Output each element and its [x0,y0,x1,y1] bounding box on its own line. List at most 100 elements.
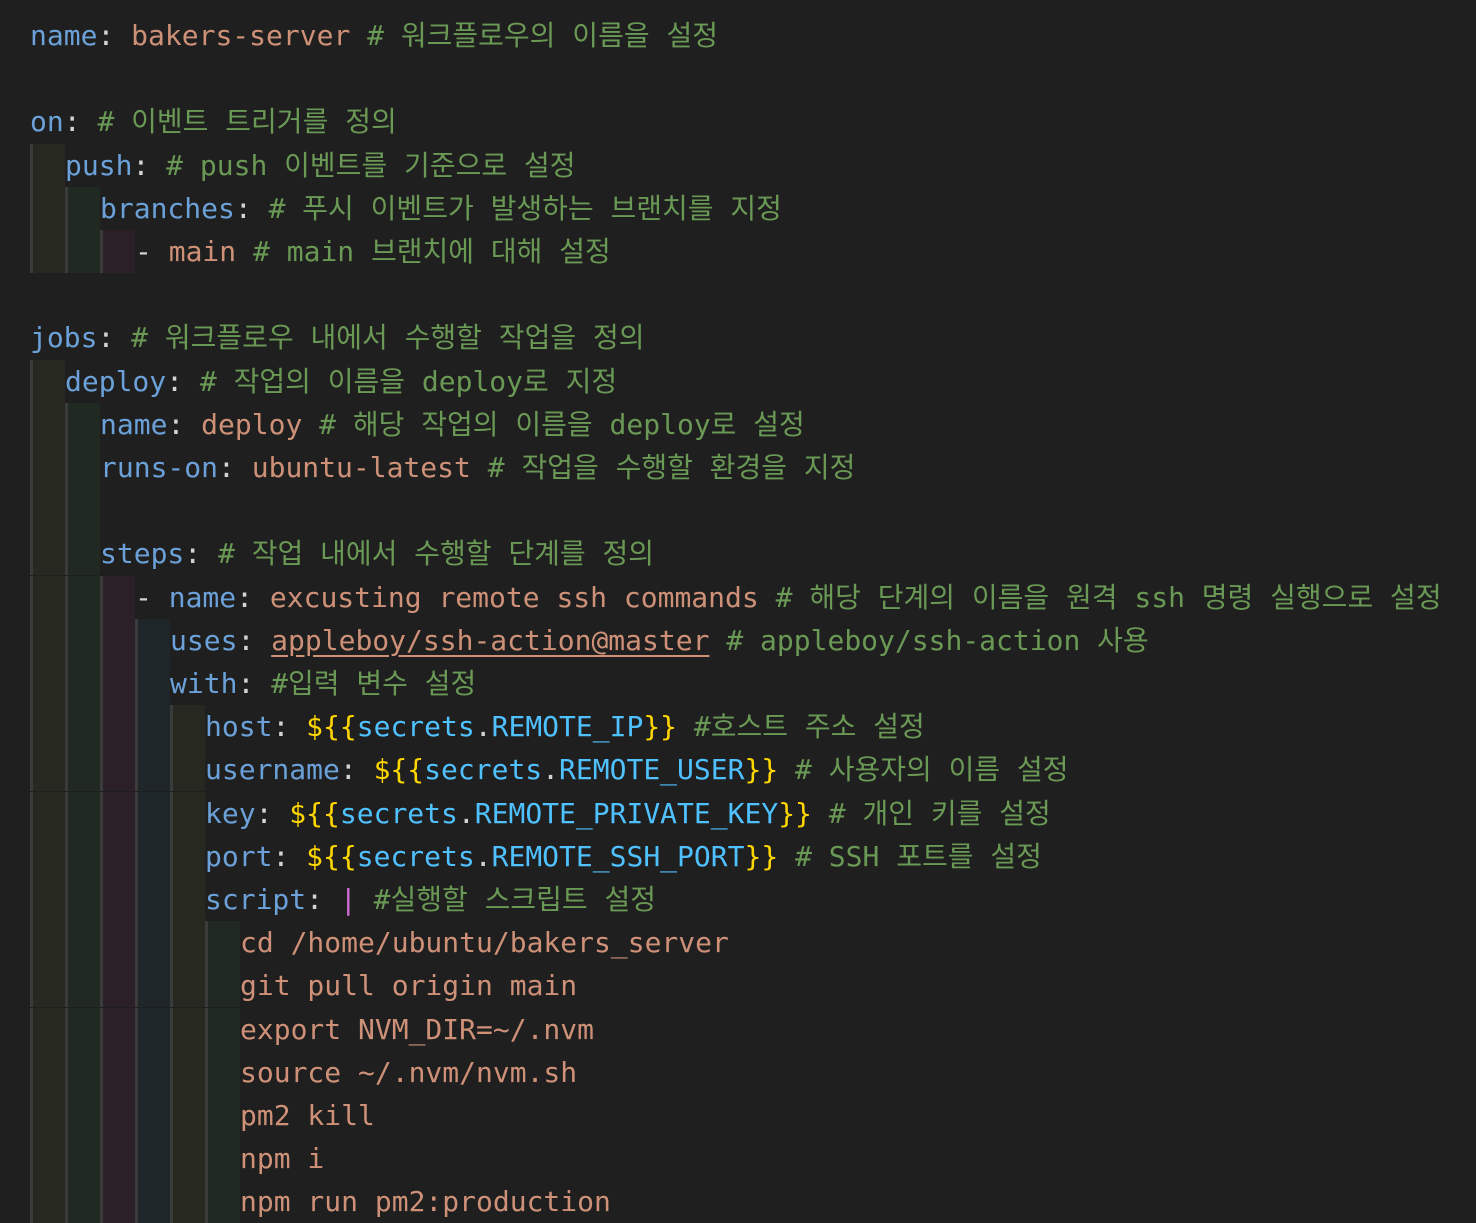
code-text: jobs: # 워크플로우 내에서 수행할 작업을 정의 [30,316,644,359]
indent-guide [65,186,100,230]
indent-guide [30,791,65,835]
indent-guide [30,402,65,446]
code-line[interactable]: export NVM_DIR=~/.nvm [0,1007,1476,1051]
code-token: : [63,105,98,139]
code-line[interactable] [0,489,1476,533]
code-line[interactable]: key: ${{secrets.REMOTE_PRIVATE_KEY}} # 개… [0,791,1476,835]
code-text: on: # 이벤트 트리거를 정의 [30,100,397,143]
indent-guide [170,1094,205,1137]
code-token: REMOTE_PRIVATE_KEY [474,796,779,830]
code-token: npm i [240,1142,325,1176]
indent-guide [135,921,170,965]
indent-guide [100,1180,135,1223]
indent-guide [65,834,100,878]
code-token: ${{ [373,753,425,787]
code-line[interactable] [0,57,1476,100]
indent-guide [65,489,100,533]
indent-guide [65,1137,100,1181]
code-token: script [205,883,307,916]
code-token: # 개인 키를 설정 [828,796,1051,830]
code-line[interactable]: host: ${{secrets.REMOTE_IP}} #호스트 주소 설정 [0,705,1476,749]
code-text: name: deploy # 해당 작업의 이름을 deploy로 설정 [100,403,805,446]
code-line[interactable]: steps: # 작업 내에서 수행할 단계를 정의 [0,532,1476,576]
indent-guide [100,878,135,921]
code-token: name [168,580,237,614]
indent-guide [170,1137,205,1181]
indent-guide [65,1007,100,1051]
code-line[interactable]: branches: # 푸시 이벤트가 발생하는 브랜치를 지정 [0,186,1476,230]
indent-guide [135,1050,170,1094]
indent-guide [170,705,205,749]
code-line[interactable]: uses: appleboy/ssh-action@master # apple… [0,618,1476,662]
code-line[interactable]: port: ${{secrets.REMOTE_SSH_PORT}} # SSH… [0,834,1476,878]
indent-guide [135,748,170,792]
code-token: ${{ [289,796,340,830]
indent-guide [170,878,205,921]
indent-guide [30,964,65,1008]
code-token: with [170,667,238,700]
code-token: steps [100,537,185,571]
indent-guide [65,402,100,446]
code-token: push [65,148,133,182]
code-token: : [339,753,374,787]
code-token: name [100,407,168,441]
code-line[interactable]: npm run pm2:production [0,1180,1476,1223]
code-text: - name: excusting remote ssh commands # … [135,576,1442,619]
code-line[interactable]: on: # 이벤트 트리거를 정의 [0,100,1476,143]
indent-guide [65,748,100,792]
code-token: }} [744,839,779,873]
code-token: deploy [201,407,320,441]
code-line[interactable]: name: bakers-server # 워크플로우의 이름을 설정 [0,14,1476,57]
indent-guide [135,1094,170,1137]
code-line[interactable]: username: ${{secrets.REMOTE_USER}} # 사용자… [0,748,1476,792]
code-token: # 작업을 수행할 환경을 지정 [487,451,856,484]
code-token: username [205,753,340,787]
code-token: cd /home/ubuntu/bakers_server [240,926,729,960]
code-token: | [339,883,357,916]
indent-guide [30,575,65,619]
indent-guide [205,1180,240,1223]
code-line[interactable]: - name: excusting remote ssh commands # … [0,575,1476,619]
code-line[interactable]: cd /home/ubuntu/bakers_server [0,921,1476,965]
code-text: export NVM_DIR=~/.nvm [240,1008,594,1051]
code-token: : [272,839,307,873]
indent-guide [65,1094,100,1137]
code-line[interactable]: pm2 kill [0,1094,1476,1137]
code-line[interactable]: jobs: # 워크플로우 내에서 수행할 작업을 정의 [0,316,1476,359]
code-line[interactable]: deploy: # 작업의 이름을 deploy로 지정 [0,359,1476,403]
code-line[interactable]: with: #입력 변수 설정 [0,662,1476,705]
code-token: : [255,796,290,830]
code-token: #실행할 스크립트 설정 [373,883,657,916]
code-line[interactable]: npm i [0,1137,1476,1181]
code-token: #입력 변수 설정 [271,667,477,700]
indent-guide [30,1007,65,1051]
indent-guide [135,964,170,1008]
indent-guide [65,575,100,619]
indent-guide [30,748,65,792]
code-line[interactable]: git pull origin main [0,964,1476,1008]
code-text: script: | #실행할 스크립트 설정 [205,878,656,921]
code-token: # 작업의 이름을 deploy로 지정 [199,364,618,398]
code-editor[interactable]: name: bakers-server # 워크플로우의 이름을 설정 on: #… [0,0,1476,1223]
code-token: key [205,796,256,830]
code-text: deploy: # 작업의 이름을 deploy로 지정 [65,360,617,403]
indent-guide [30,230,65,273]
code-token: export NVM_DIR=~/.nvm [240,1012,595,1046]
code-token: }} [778,796,812,830]
indent-guide [30,532,65,576]
code-token: git pull origin main [240,969,578,1003]
code-line[interactable]: source ~/.nvm/nvm.sh [0,1050,1476,1094]
indent-guide [205,1007,240,1051]
code-line[interactable]: runs-on: ubuntu-latest # 작업을 수행할 환경을 지정 [0,446,1476,489]
code-line[interactable]: name: deploy # 해당 작업의 이름을 deploy로 설정 [0,402,1476,446]
code-line[interactable]: script: | #실행할 스크립트 설정 [0,878,1476,921]
indent-guide [65,791,100,835]
code-token: }} [643,710,678,744]
code-line[interactable] [0,273,1476,316]
indent-guide [30,662,65,705]
code-line[interactable]: - main # main 브랜치에 대해 설정 [0,230,1476,273]
indent-guide [170,1180,205,1223]
code-line[interactable]: push: # push 이벤트를 기준으로 설정 [0,143,1476,187]
